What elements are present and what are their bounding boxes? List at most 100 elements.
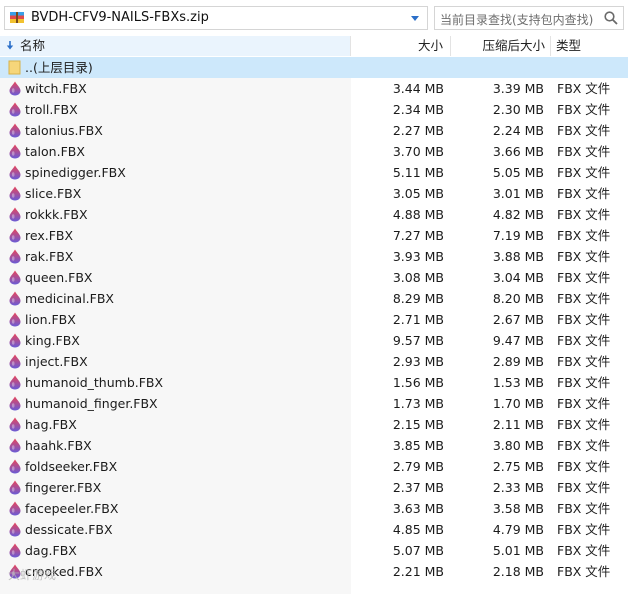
file-packed-size: 3.66 MB: [492, 144, 544, 159]
file-packed-size: 5.01 MB: [492, 543, 544, 558]
archive-icon: [10, 12, 24, 23]
file-packed-size: 2.30 MB: [492, 102, 544, 117]
file-packed-size: 4.79 MB: [492, 522, 544, 537]
file-packed-size: 2.11 MB: [492, 417, 544, 432]
file-row[interactable]: king.FBX 9.57 MB 9.47 MB FBX 文件: [0, 330, 628, 351]
file-row[interactable]: slice.FBX 3.05 MB 3.01 MB FBX 文件: [0, 183, 628, 204]
file-name: dessicate.FBX: [25, 522, 113, 537]
file-name: hag.FBX: [25, 417, 77, 432]
file-row[interactable]: spinedigger.FBX 5.11 MB 5.05 MB FBX 文件: [0, 162, 628, 183]
file-row[interactable]: rex.FBX 7.27 MB 7.19 MB FBX 文件: [0, 225, 628, 246]
file-name: rex.FBX: [25, 228, 74, 243]
file-row[interactable]: haahk.FBX 3.85 MB 3.80 MB FBX 文件: [0, 435, 628, 456]
column-header-size[interactable]: 大小: [351, 36, 451, 56]
file-list: ..(上层目录) witch.FBX 3.44 MB 3.39 MB FBX 文件 tr…: [0, 57, 628, 594]
file-row[interactable]: inject.FBX 2.93 MB 2.89 MB FBX 文件: [0, 351, 628, 372]
file-name: slice.FBX: [25, 186, 82, 201]
file-row[interactable]: hag.FBX 2.15 MB 2.11 MB FBX 文件: [0, 414, 628, 435]
file-type: FBX 文件: [557, 417, 611, 432]
path-field[interactable]: BVDH-CFV9-NAILS-FBXs.zip: [4, 6, 428, 30]
file-type: FBX 文件: [557, 165, 611, 180]
file-row[interactable]: dessicate.FBX 4.85 MB 4.79 MB FBX 文件: [0, 519, 628, 540]
file-type: FBX 文件: [557, 564, 611, 579]
file-packed-size: 2.33 MB: [492, 480, 544, 495]
file-packed-size: 1.70 MB: [492, 396, 544, 411]
file-row[interactable]: rokkk.FBX 4.88 MB 4.82 MB FBX 文件: [0, 204, 628, 225]
fbx-file-icon: [9, 228, 21, 243]
file-type: FBX 文件: [557, 291, 611, 306]
file-type: FBX 文件: [557, 438, 611, 453]
file-packed-size: 3.88 MB: [492, 249, 544, 264]
fbx-file-icon: [9, 501, 21, 516]
file-packed-size: 3.80 MB: [492, 438, 544, 453]
file-name: humanoid_finger.FBX: [25, 396, 158, 411]
fbx-file-icon: [9, 123, 21, 138]
file-row[interactable]: humanoid_thumb.FBX 1.56 MB 1.53 MB FBX 文件: [0, 372, 628, 393]
column-header-name[interactable]: 名称: [0, 36, 351, 56]
file-type: FBX 文件: [557, 375, 611, 390]
sort-arrow-icon: [6, 41, 14, 50]
fbx-file-icon: [9, 375, 21, 390]
file-packed-size: 2.18 MB: [492, 564, 544, 579]
fbx-file-icon: [9, 396, 21, 411]
file-type: FBX 文件: [557, 249, 611, 264]
file-size: 2.79 MB: [392, 459, 444, 474]
fbx-file-icon: [9, 207, 21, 222]
file-row[interactable]: rak.FBX 3.93 MB 3.88 MB FBX 文件: [0, 246, 628, 267]
file-row[interactable]: fingerer.FBX 2.37 MB 2.33 MB FBX 文件: [0, 477, 628, 498]
file-row[interactable]: dag.FBX 5.07 MB 5.01 MB FBX 文件: [0, 540, 628, 561]
file-size: 3.05 MB: [392, 186, 444, 201]
file-row[interactable]: foldseeker.FBX 2.79 MB 2.75 MB FBX 文件: [0, 456, 628, 477]
column-header: 名称 大小 压缩后大小 类型: [0, 36, 628, 56]
file-row[interactable]: talonius.FBX 2.27 MB 2.24 MB FBX 文件: [0, 120, 628, 141]
file-row[interactable]: troll.FBX 2.34 MB 2.30 MB FBX 文件: [0, 99, 628, 120]
file-name: medicinal.FBX: [25, 291, 114, 306]
fbx-file-icon: [9, 270, 21, 285]
fbx-file-icon: [9, 333, 21, 348]
column-header-type-label: 类型: [556, 38, 582, 53]
folder-icon: [8, 60, 21, 75]
file-packed-size: 3.01 MB: [492, 186, 544, 201]
chevron-down-icon[interactable]: [409, 12, 421, 24]
file-size: 2.27 MB: [392, 123, 444, 138]
file-type: FBX 文件: [557, 333, 611, 348]
fbx-file-icon: [9, 144, 21, 159]
file-size: 2.21 MB: [392, 564, 444, 579]
file-type: FBX 文件: [557, 270, 611, 285]
file-name: rak.FBX: [25, 249, 74, 264]
search-input[interactable]: 当前目录查找(支持包内查找): [434, 6, 624, 30]
file-row[interactable]: humanoid_finger.FBX 1.73 MB 1.70 MB FBX 文件: [0, 393, 628, 414]
file-packed-size: 8.20 MB: [492, 291, 544, 306]
file-row[interactable]: queen.FBX 3.08 MB 3.04 MB FBX 文件: [0, 267, 628, 288]
file-name: talon.FBX: [25, 144, 85, 159]
column-header-type[interactable]: 类型: [551, 36, 628, 56]
file-size: 2.34 MB: [392, 102, 444, 117]
search-placeholder: 当前目录查找(支持包内查找): [440, 13, 594, 27]
file-size: 2.37 MB: [392, 480, 444, 495]
file-row[interactable]: medicinal.FBX 8.29 MB 8.20 MB FBX 文件: [0, 288, 628, 309]
file-row[interactable]: witch.FBX 3.44 MB 3.39 MB FBX 文件: [0, 78, 628, 99]
file-row[interactable]: talon.FBX 3.70 MB 3.66 MB FBX 文件: [0, 141, 628, 162]
parent-directory-label: ..(上层目录): [25, 60, 93, 75]
file-row[interactable]: crooked.FBX 2.21 MB 2.18 MB FBX 文件: [0, 561, 628, 582]
file-name: foldseeker.FBX: [25, 459, 118, 474]
search-icon[interactable]: [603, 10, 619, 26]
file-type: FBX 文件: [557, 81, 611, 96]
column-header-packed-size[interactable]: 压缩后大小: [451, 36, 551, 56]
fbx-file-icon: [9, 249, 21, 264]
fbx-file-icon: [9, 459, 21, 474]
file-row[interactable]: facepeeler.FBX 3.63 MB 3.58 MB FBX 文件: [0, 498, 628, 519]
fbx-file-icon: [9, 354, 21, 369]
file-type: FBX 文件: [557, 207, 611, 222]
file-row[interactable]: lion.FBX 2.71 MB 2.67 MB FBX 文件: [0, 309, 628, 330]
file-size: 2.93 MB: [392, 354, 444, 369]
file-packed-size: 3.58 MB: [492, 501, 544, 516]
file-size: 5.11 MB: [392, 165, 444, 180]
file-type: FBX 文件: [557, 501, 611, 516]
file-name: king.FBX: [25, 333, 80, 348]
address-bar: BVDH-CFV9-NAILS-FBXs.zip 当前目录查找(支持包内查找): [0, 0, 628, 37]
watermark-text: 大虾游戏: [8, 568, 57, 582]
file-type: FBX 文件: [557, 186, 611, 201]
parent-directory-row[interactable]: ..(上层目录): [0, 57, 628, 78]
fbx-file-icon: [9, 417, 21, 432]
